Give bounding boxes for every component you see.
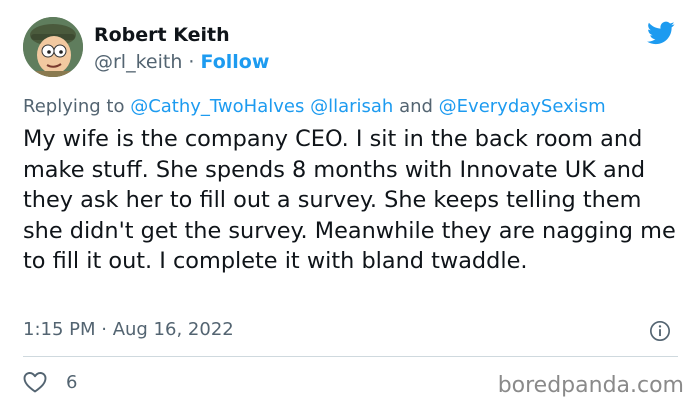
like-count: 6 [66,371,78,393]
author-handle-line: @rl_keith · Follow [94,50,269,74]
reply-prefix: Replying to [23,96,131,117]
reply-joiner: and [399,96,433,117]
mention-link[interactable]: @EverydaySexism [439,96,606,117]
tweet-text: My wife is the company CEO. I sit in the… [23,126,676,275]
avatar[interactable] [23,17,83,77]
info-icon[interactable] [649,320,671,342]
mention-link[interactable]: @Cathy_TwoHalves [130,96,304,117]
avatar-image [23,17,83,77]
tweet-card: Robert Keith @rl_keith · Follow Replying… [0,0,700,410]
heart-icon [23,372,47,393]
separator-dot: · [182,51,201,73]
tweet-timestamp[interactable]: 1:15 PM · Aug 16, 2022 [23,318,234,342]
reply-context: Replying to @Cathy_TwoHalves @llarisah a… [23,95,606,119]
follow-button[interactable]: Follow [201,51,270,73]
author-name[interactable]: Robert Keith [94,23,230,47]
divider [23,356,678,357]
twitter-bird-icon[interactable] [645,19,677,47]
watermark: boredpanda.com [497,373,684,398]
author-handle[interactable]: @rl_keith [94,51,182,73]
like-button[interactable]: 6 [23,370,77,394]
mention-link[interactable]: @llarisah [310,96,393,117]
